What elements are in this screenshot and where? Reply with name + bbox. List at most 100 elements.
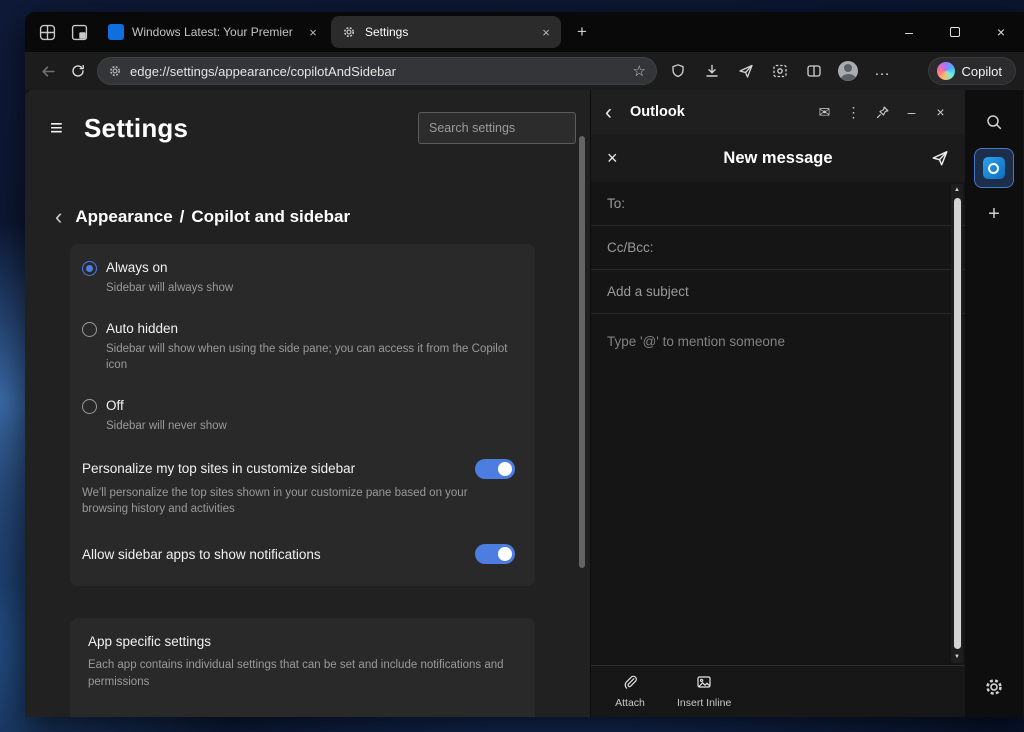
- settings-search-input[interactable]: [429, 121, 565, 135]
- cc-bcc-field[interactable]: Cc/Bcc:: [591, 226, 965, 270]
- window-maximize-button[interactable]: [932, 12, 978, 52]
- new-message-compose: × New message To: Cc/Bcc: Add a subject …: [591, 134, 965, 665]
- outlook-header-icons: ✉ ⋮ – ×: [810, 98, 955, 126]
- sidebar-outlook-icon[interactable]: [974, 148, 1014, 188]
- app-specific-description: Each app contains individual settings th…: [88, 657, 517, 692]
- copilot-label: Copilot: [962, 64, 1002, 79]
- breadcrumb-current: Copilot and sidebar: [191, 207, 350, 226]
- settings-search-box[interactable]: [418, 112, 576, 144]
- site-info-icon[interactable]: [108, 64, 122, 78]
- sidebar-search-icon[interactable]: [974, 102, 1014, 142]
- toggle-switch[interactable]: [475, 459, 515, 479]
- split-screen-icon[interactable]: [797, 56, 831, 86]
- toggle-switch[interactable]: [475, 544, 515, 564]
- toolbar-more-icon[interactable]: …: [865, 56, 899, 86]
- outlook-close-icon[interactable]: ×: [926, 98, 955, 126]
- radio-option-always-on[interactable]: Always on Sidebar will always show: [82, 260, 515, 297]
- breadcrumb-separator: /: [180, 207, 185, 226]
- outlook-pin-icon[interactable]: [868, 98, 897, 126]
- compose-scrollbar[interactable]: ▲ ▼: [951, 184, 963, 663]
- breadcrumb-parent[interactable]: Appearance: [75, 207, 172, 226]
- browser-essentials-icon[interactable]: [661, 56, 695, 86]
- compose-close-icon[interactable]: ×: [607, 148, 639, 169]
- new-tab-button[interactable]: +: [567, 18, 597, 46]
- app-specific-settings-card: App specific settings Each app contains …: [70, 618, 535, 717]
- browser-toolbar: edge://settings/appearance/copilotAndSid…: [25, 52, 1024, 90]
- compose-header: × New message: [591, 134, 965, 182]
- tab-settings[interactable]: Settings ×: [331, 16, 561, 48]
- toggle-description: We'll personalize the top sites shown in…: [82, 485, 515, 518]
- scroll-down-icon[interactable]: ▼: [954, 651, 960, 663]
- image-icon: [696, 674, 712, 693]
- downloads-icon[interactable]: [695, 56, 729, 86]
- workspaces-icon[interactable]: [31, 17, 63, 47]
- outlook-sidebar-panel: ‹ Outlook ✉ ⋮ – × × New message: [590, 90, 965, 717]
- attach-button[interactable]: Attach: [607, 674, 653, 709]
- settings-gear-favicon: [341, 24, 357, 40]
- scrollbar-thumb[interactable]: [954, 198, 961, 649]
- attach-label: Attach: [615, 697, 645, 709]
- outlook-minimize-icon[interactable]: –: [897, 98, 926, 126]
- to-field-label: To:: [607, 196, 625, 211]
- tab-title: Settings: [365, 25, 529, 39]
- breadcrumb-back-icon[interactable]: ‹: [55, 206, 62, 228]
- tab-windows-latest[interactable]: Windows Latest: Your Premier Sou ×: [98, 16, 328, 48]
- sidebar-add-icon[interactable]: +: [974, 194, 1014, 234]
- toggle-personalize-top-sites: Personalize my top sites in customize si…: [82, 459, 515, 518]
- address-bar[interactable]: edge://settings/appearance/copilotAndSid…: [97, 57, 657, 85]
- settings-menu-icon[interactable]: ≡: [50, 117, 76, 139]
- window-minimize-button[interactable]: –: [886, 12, 932, 52]
- share-send-icon[interactable]: [729, 56, 763, 86]
- breadcrumb-text: Appearance / Copilot and sidebar: [75, 207, 350, 227]
- radio-description: Sidebar will show when using the side pa…: [106, 341, 515, 374]
- scroll-up-icon[interactable]: ▲: [954, 184, 960, 196]
- paperclip-icon: [622, 674, 638, 693]
- outlook-panel-header: ‹ Outlook ✉ ⋮ – ×: [591, 90, 965, 134]
- refresh-button[interactable]: [63, 56, 93, 86]
- settings-page-title: Settings: [84, 113, 188, 144]
- outlook-mail-icon[interactable]: ✉: [810, 98, 839, 126]
- sidebar-settings-gear-icon[interactable]: [974, 667, 1014, 707]
- tab-close-icon[interactable]: ×: [537, 23, 555, 41]
- profile-avatar[interactable]: [831, 56, 865, 86]
- toggle-sidebar-notifications: Allow sidebar apps to show notifications: [82, 544, 515, 564]
- subject-placeholder: Add a subject: [607, 284, 689, 299]
- web-capture-icon[interactable]: [763, 56, 797, 86]
- settings-header: ≡ Settings: [25, 90, 590, 144]
- maximize-icon: [950, 27, 960, 37]
- tab-actions-icon[interactable]: [63, 17, 95, 47]
- insert-inline-label: Insert Inline: [677, 697, 731, 709]
- tab-close-icon[interactable]: ×: [304, 23, 322, 41]
- subject-field[interactable]: Add a subject: [591, 270, 965, 314]
- settings-scrollbar[interactable]: [579, 136, 585, 568]
- tab-title: Windows Latest: Your Premier Sou: [132, 25, 296, 39]
- copilot-icon: [937, 62, 955, 80]
- radio-description: Sidebar will never show: [106, 418, 227, 435]
- window-controls: – ×: [886, 12, 1024, 52]
- radio-icon[interactable]: [82, 322, 97, 337]
- favorites-star-icon[interactable]: ☆: [633, 62, 646, 80]
- radio-icon[interactable]: [82, 399, 97, 414]
- avatar: [838, 61, 858, 81]
- radio-selected-icon[interactable]: [82, 261, 97, 276]
- radio-option-off[interactable]: Off Sidebar will never show: [82, 398, 515, 435]
- edge-sidebar-strip: +: [965, 90, 1023, 717]
- copilot-button[interactable]: Copilot: [928, 57, 1016, 85]
- to-field[interactable]: To:: [591, 182, 965, 226]
- back-button[interactable]: [33, 56, 63, 86]
- windows-latest-favicon: [108, 24, 124, 40]
- radio-label: Off: [106, 398, 227, 413]
- toggle-label: Allow sidebar apps to show notifications: [82, 547, 475, 562]
- radio-description: Sidebar will always show: [106, 280, 233, 297]
- cc-bcc-field-label: Cc/Bcc:: [607, 240, 654, 255]
- outlook-more-icon[interactable]: ⋮: [839, 98, 868, 126]
- send-icon[interactable]: [917, 149, 949, 167]
- outlook-panel-title: Outlook: [630, 104, 685, 120]
- window-close-button[interactable]: ×: [978, 12, 1024, 52]
- compose-title: New message: [639, 149, 917, 168]
- url-text: edge://settings/appearance/copilotAndSid…: [130, 64, 625, 79]
- message-body-field[interactable]: Type '@' to mention someone: [591, 314, 965, 369]
- insert-inline-button[interactable]: Insert Inline: [677, 674, 731, 709]
- outlook-back-icon[interactable]: ‹: [605, 102, 625, 123]
- radio-option-auto-hidden[interactable]: Auto hidden Sidebar will show when using…: [82, 321, 515, 374]
